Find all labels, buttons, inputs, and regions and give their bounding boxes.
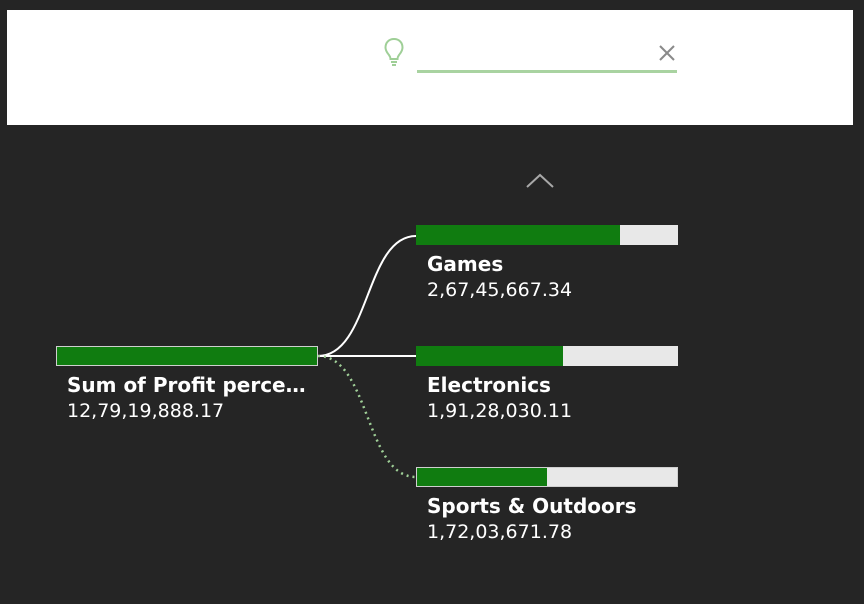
tree-node-games[interactable]: Games 2,67,45,667.34 [416, 225, 678, 303]
tree-root-node[interactable]: Sum of Profit percen... 12,79,19,888.17 [56, 346, 318, 424]
sports-outdoors-bar-fill [417, 468, 547, 486]
tree-node-sports-outdoors[interactable]: Sports & Outdoors 1,72,03,671.78 [416, 467, 678, 545]
tree-node-electronics[interactable]: Electronics 1,91,28,030.11 [416, 346, 678, 424]
sports-outdoors-bar [416, 467, 678, 487]
connector-games [317, 235, 417, 357]
connector-sports-outdoors [317, 354, 417, 479]
close-icon[interactable] [657, 43, 677, 63]
search-input[interactable] [417, 40, 677, 68]
games-bar [416, 225, 678, 245]
root-bar [56, 346, 318, 366]
lightbulb-icon[interactable] [383, 37, 405, 67]
games-bar-fill [416, 225, 621, 245]
electronics-bar [416, 346, 678, 366]
chevron-up-icon[interactable] [524, 170, 556, 190]
electronics-value: 1,91,28,030.11 [427, 400, 573, 422]
search-underline [417, 70, 677, 73]
page: Sum of Profit percen... 12,79,19,888.17 … [0, 0, 864, 604]
root-label: Sum of Profit percen... [67, 373, 318, 397]
games-value: 2,67,45,667.34 [427, 279, 573, 301]
games-label: Games [427, 252, 504, 276]
root-bar-fill [57, 347, 317, 365]
sports-outdoors-value: 1,72,03,671.78 [427, 521, 573, 543]
root-value: 12,79,19,888.17 [67, 400, 225, 422]
electronics-label: Electronics [427, 373, 551, 397]
electronics-bar-fill [416, 346, 563, 366]
sports-outdoors-label: Sports & Outdoors [427, 494, 637, 518]
search-panel [7, 10, 853, 125]
